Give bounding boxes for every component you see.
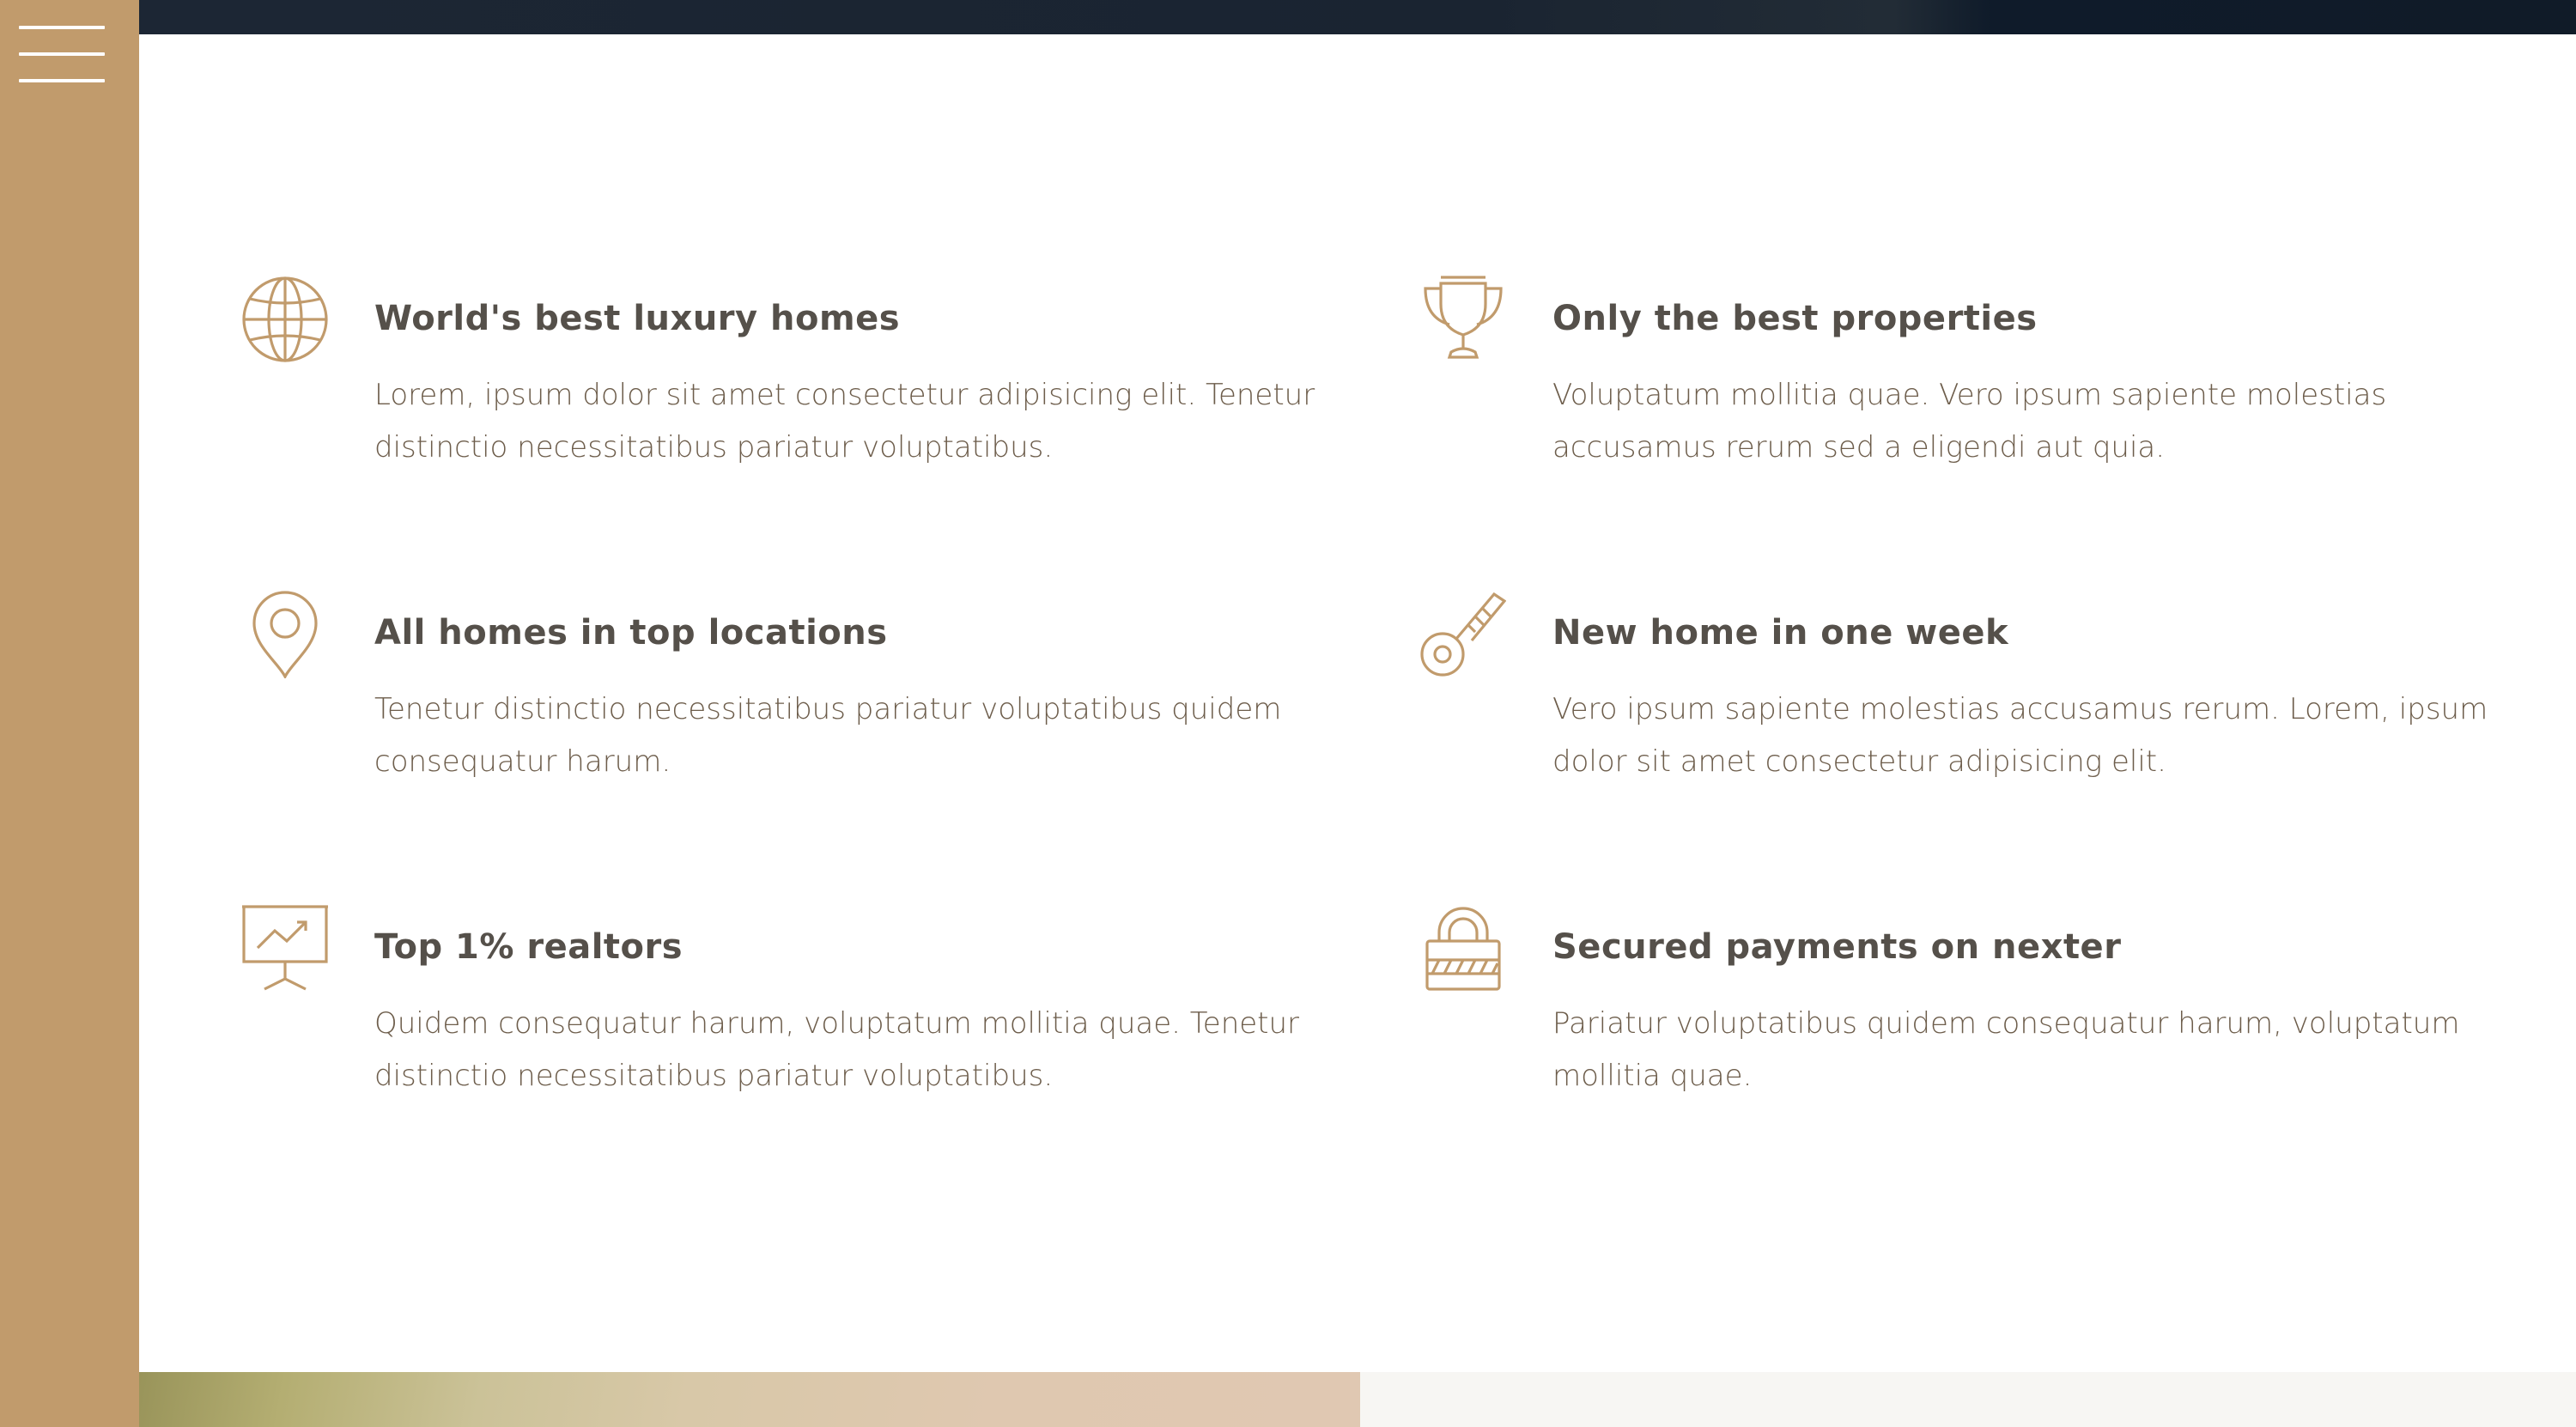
lock-icon — [1420, 903, 1506, 993]
feature-description: Quidem consequatur harum, voluptatum mol… — [374, 1006, 1300, 1093]
menu-line — [19, 52, 105, 56]
next-section-background — [1360, 1372, 2576, 1427]
menu-line — [19, 79, 105, 82]
feature-description: Voluptatum mollitia quae. Vero ipsum sap… — [1552, 378, 2387, 465]
feature-description: Pariatur voluptatibus quidem consequatur… — [1552, 1006, 2460, 1093]
feature-title: Only the best properties — [1552, 299, 2038, 338]
presentation-chart-icon — [242, 903, 328, 993]
feature-title: Top 1% realtors — [374, 927, 683, 967]
feature-description: Tenetur distinctio necessitatibus pariat… — [374, 692, 1282, 779]
trophy-icon — [1420, 275, 1506, 364]
sidebar — [0, 0, 139, 1427]
features-section: World's best luxury homes Lorem, ipsum d… — [139, 34, 2576, 1372]
feature-title: World's best luxury homes — [374, 299, 901, 338]
feature-title: New home in one week — [1552, 613, 2009, 653]
feature-title: All homes in top locations — [374, 613, 888, 653]
feature-title: Secured payments on nexter — [1552, 927, 2122, 967]
gallery-image-strip — [139, 1372, 1360, 1427]
map-pin-icon — [242, 589, 328, 678]
feature-description: Vero ipsum sapiente molestias accusamus … — [1552, 692, 2488, 779]
header-image-strip — [139, 0, 2576, 34]
hamburger-menu-icon[interactable] — [19, 24, 105, 88]
key-icon — [1420, 589, 1506, 678]
feature-description: Lorem, ipsum dolor sit amet consectetur … — [374, 378, 1315, 465]
globe-icon — [242, 275, 328, 364]
menu-line — [19, 26, 105, 29]
